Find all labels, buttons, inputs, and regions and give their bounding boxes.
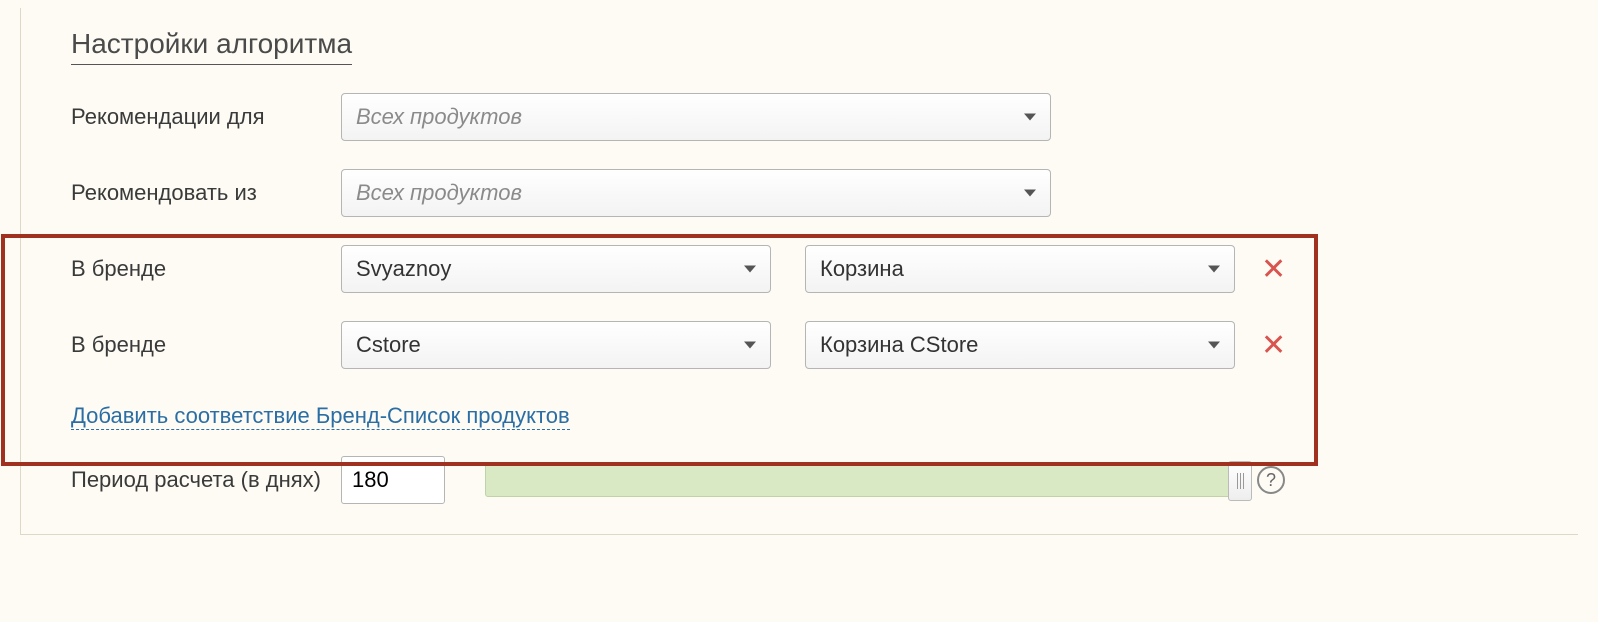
recommendations-for-label: Рекомендации для: [71, 104, 341, 130]
caret-down-icon: [1208, 342, 1220, 349]
recommend-from-value: Всех продуктов: [356, 180, 522, 206]
recommend-from-row: Рекомендовать из Всех продуктов: [71, 169, 1528, 217]
algorithm-settings-panel: Настройки алгоритма Рекомендации для Все…: [20, 8, 1578, 535]
brand-row-2: В бренде Cstore Корзина CStore ✕: [71, 321, 1528, 369]
period-slider-track[interactable]: [485, 463, 1241, 497]
caret-down-icon: [1208, 266, 1220, 273]
brand-select-1[interactable]: Svyaznoy: [341, 245, 771, 293]
brand-select-2-value: Cstore: [356, 332, 421, 358]
recommendations-for-value: Всех продуктов: [356, 104, 522, 130]
recommendations-for-select[interactable]: Всех продуктов: [341, 93, 1051, 141]
brand-row-1: В бренде Svyaznoy Корзина ✕: [71, 245, 1528, 293]
caret-down-icon: [744, 342, 756, 349]
brand-row-1-label: В бренде: [71, 256, 341, 282]
period-row: Период расчета (в днях) ?: [71, 456, 1528, 504]
caret-down-icon: [1024, 190, 1036, 197]
caret-down-icon: [744, 266, 756, 273]
period-slider-handle[interactable]: [1228, 461, 1252, 501]
add-brand-mapping-link[interactable]: Добавить соответствие Бренд-Список проду…: [71, 403, 570, 430]
period-input[interactable]: [341, 456, 445, 504]
period-label: Период расчета (в днях): [71, 466, 341, 494]
remove-row-1-button[interactable]: ✕: [1261, 252, 1286, 287]
remove-row-2-button[interactable]: ✕: [1261, 328, 1286, 363]
list-select-1-value: Корзина: [820, 256, 904, 282]
brand-row-2-label: В бренде: [71, 332, 341, 358]
recommendations-for-row: Рекомендации для Всех продуктов: [71, 93, 1528, 141]
section-title: Настройки алгоритма: [71, 28, 352, 65]
period-slider-wrap: ?: [485, 463, 1285, 497]
brand-select-2[interactable]: Cstore: [341, 321, 771, 369]
list-select-2-value: Корзина CStore: [820, 332, 978, 358]
recommend-from-select[interactable]: Всех продуктов: [341, 169, 1051, 217]
list-select-2[interactable]: Корзина CStore: [805, 321, 1235, 369]
caret-down-icon: [1024, 114, 1036, 121]
list-select-1[interactable]: Корзина: [805, 245, 1235, 293]
period-help-icon[interactable]: ?: [1257, 466, 1285, 494]
brand-select-1-value: Svyaznoy: [356, 256, 451, 282]
recommend-from-label: Рекомендовать из: [71, 180, 341, 206]
